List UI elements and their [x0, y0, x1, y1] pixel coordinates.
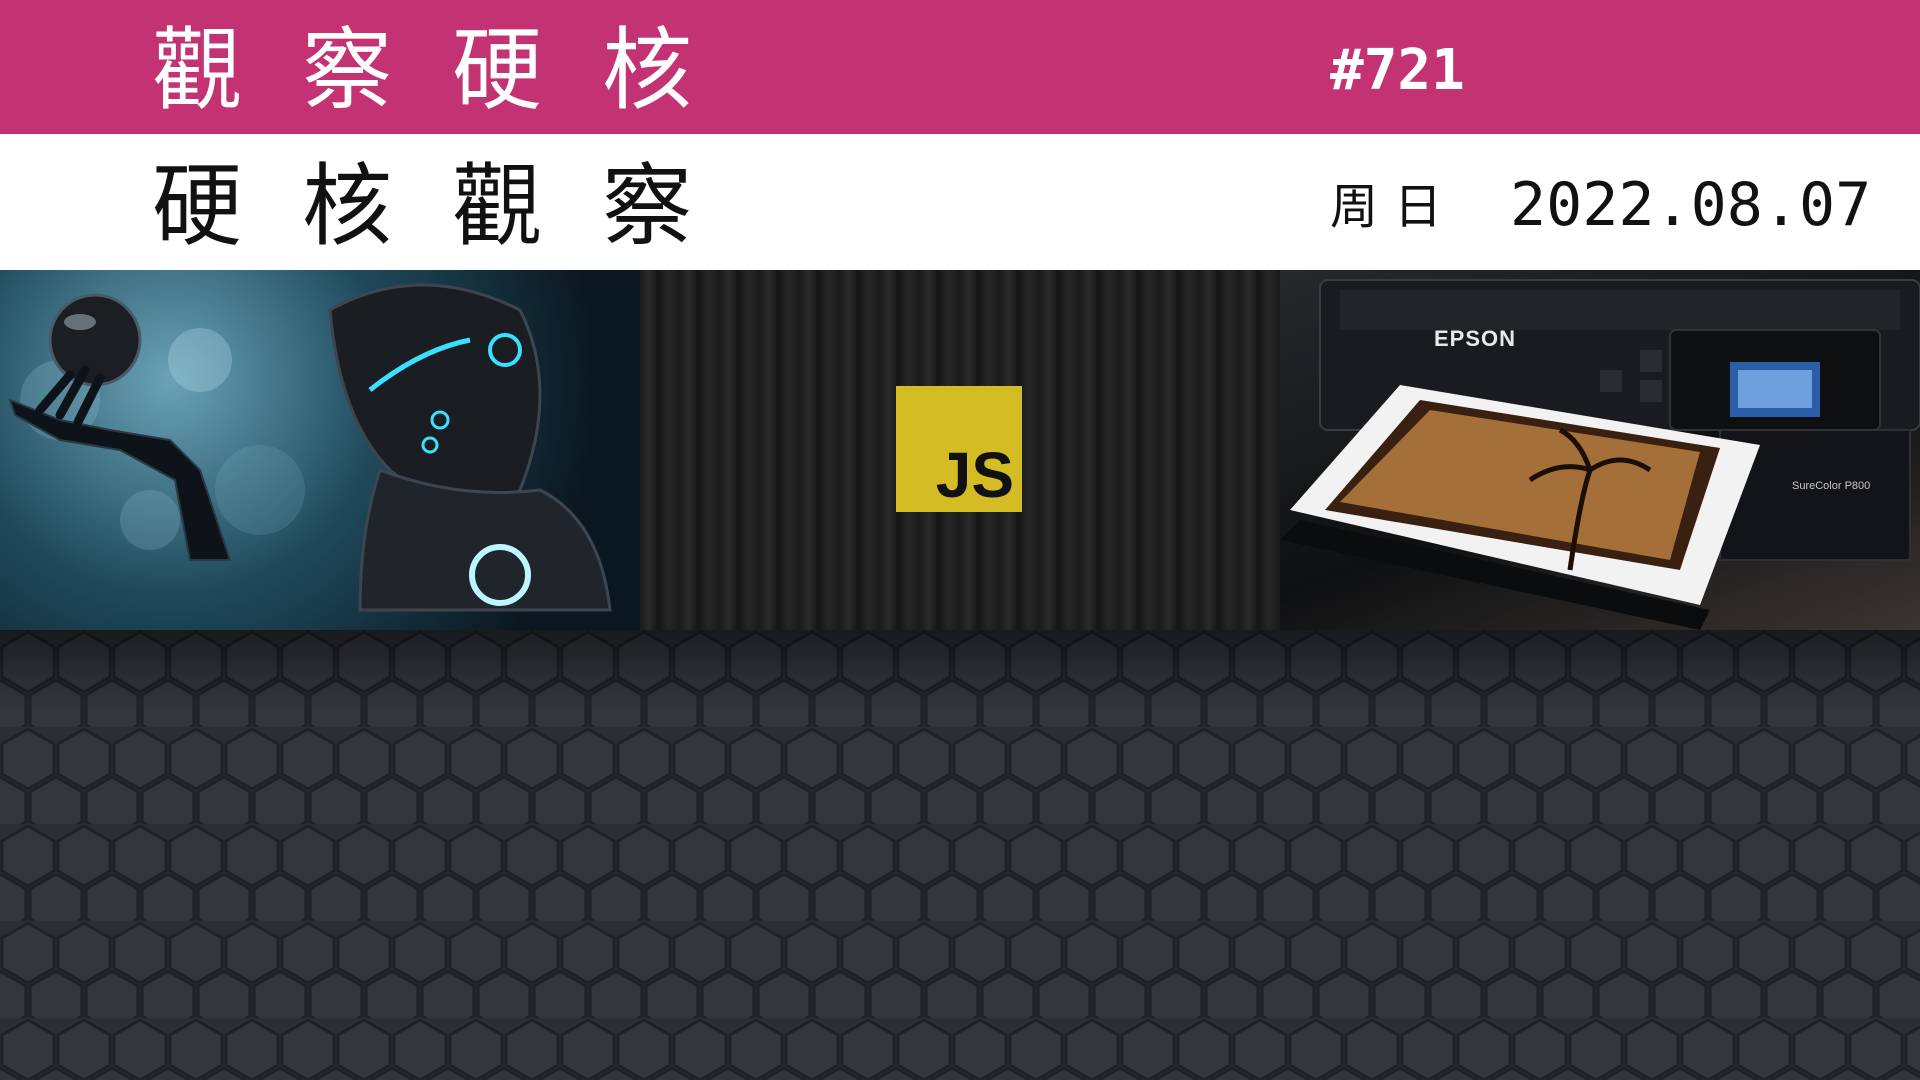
- robot-image-panel: [0, 270, 640, 630]
- printer-image-panel: EPSON SureColor P800: [1280, 270, 1920, 630]
- page-subtitle: 硬核觀察: [152, 154, 752, 259]
- robot-icon: [8, 283, 612, 612]
- javascript-logo-icon: JS: [896, 386, 1022, 512]
- javascript-logo-text: JS: [935, 439, 1014, 511]
- printer-model-label: SureColor P800: [1792, 480, 1871, 492]
- image-panels: JS EPSON SureColor P800: [0, 270, 1920, 630]
- weekday-label: 周日: [1330, 179, 1459, 235]
- printer-brand-label: EPSON: [1434, 326, 1517, 351]
- issue-number: #721: [1330, 38, 1465, 103]
- date-label: 2022.08.07: [1510, 170, 1872, 240]
- printer-icon: [1280, 279, 1920, 630]
- header-sub-bar: 硬核觀察 周日 2022.08.07: [0, 134, 1920, 270]
- reflection-gradient: [0, 630, 1920, 710]
- header-top-bar: 觀察硬核 #721: [0, 0, 1920, 134]
- page-title: 觀察硬核: [152, 18, 752, 123]
- javascript-image-panel: JS: [640, 270, 1280, 630]
